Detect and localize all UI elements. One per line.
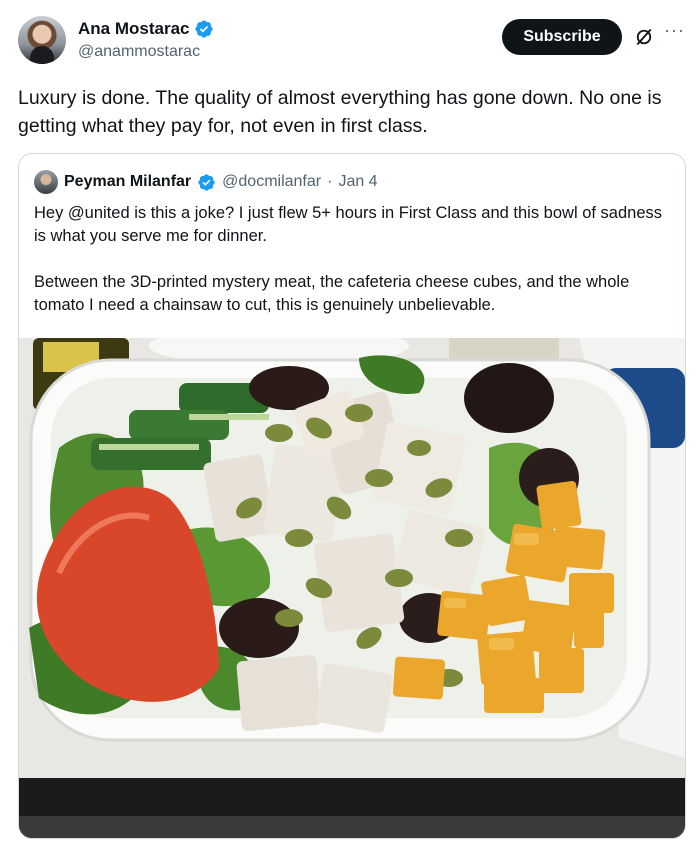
verified-badge-icon[interactable] (194, 19, 214, 39)
grok-icon[interactable] (634, 27, 654, 47)
quoted-author-avatar[interactable] (34, 170, 58, 194)
salad-photo[interactable] (19, 338, 685, 838)
quoted-tweet-header: Peyman Milanfar @docmilanfar · Jan 4 (34, 170, 378, 194)
author-display-name[interactable]: Ana Mostarac (78, 19, 189, 39)
author-handle[interactable]: @anammostarac (78, 43, 200, 61)
author-avatar[interactable] (18, 16, 66, 64)
tweet-text: Luxury is done. The quality of almost ev… (18, 87, 667, 137)
tweet-header: Ana Mostarac @anammostarac Subscribe ··· (18, 16, 686, 68)
separator-dot: · (327, 173, 333, 190)
more-icon[interactable]: ··· (664, 20, 685, 41)
quoted-tweet-text: Hey @united is this a joke? I just flew … (34, 204, 662, 314)
author-name-row: Ana Mostarac (78, 19, 214, 39)
quoted-author-name[interactable]: Peyman Milanfar (64, 173, 191, 191)
subscribe-button[interactable]: Subscribe (502, 19, 622, 55)
quoted-author-handle[interactable]: @docmilanfar (222, 173, 321, 191)
verified-badge-icon[interactable] (197, 173, 216, 192)
quoted-tweet-date[interactable]: Jan 4 (338, 173, 377, 191)
quoted-tweet[interactable]: Peyman Milanfar @docmilanfar · Jan 4 Hey… (18, 153, 686, 839)
